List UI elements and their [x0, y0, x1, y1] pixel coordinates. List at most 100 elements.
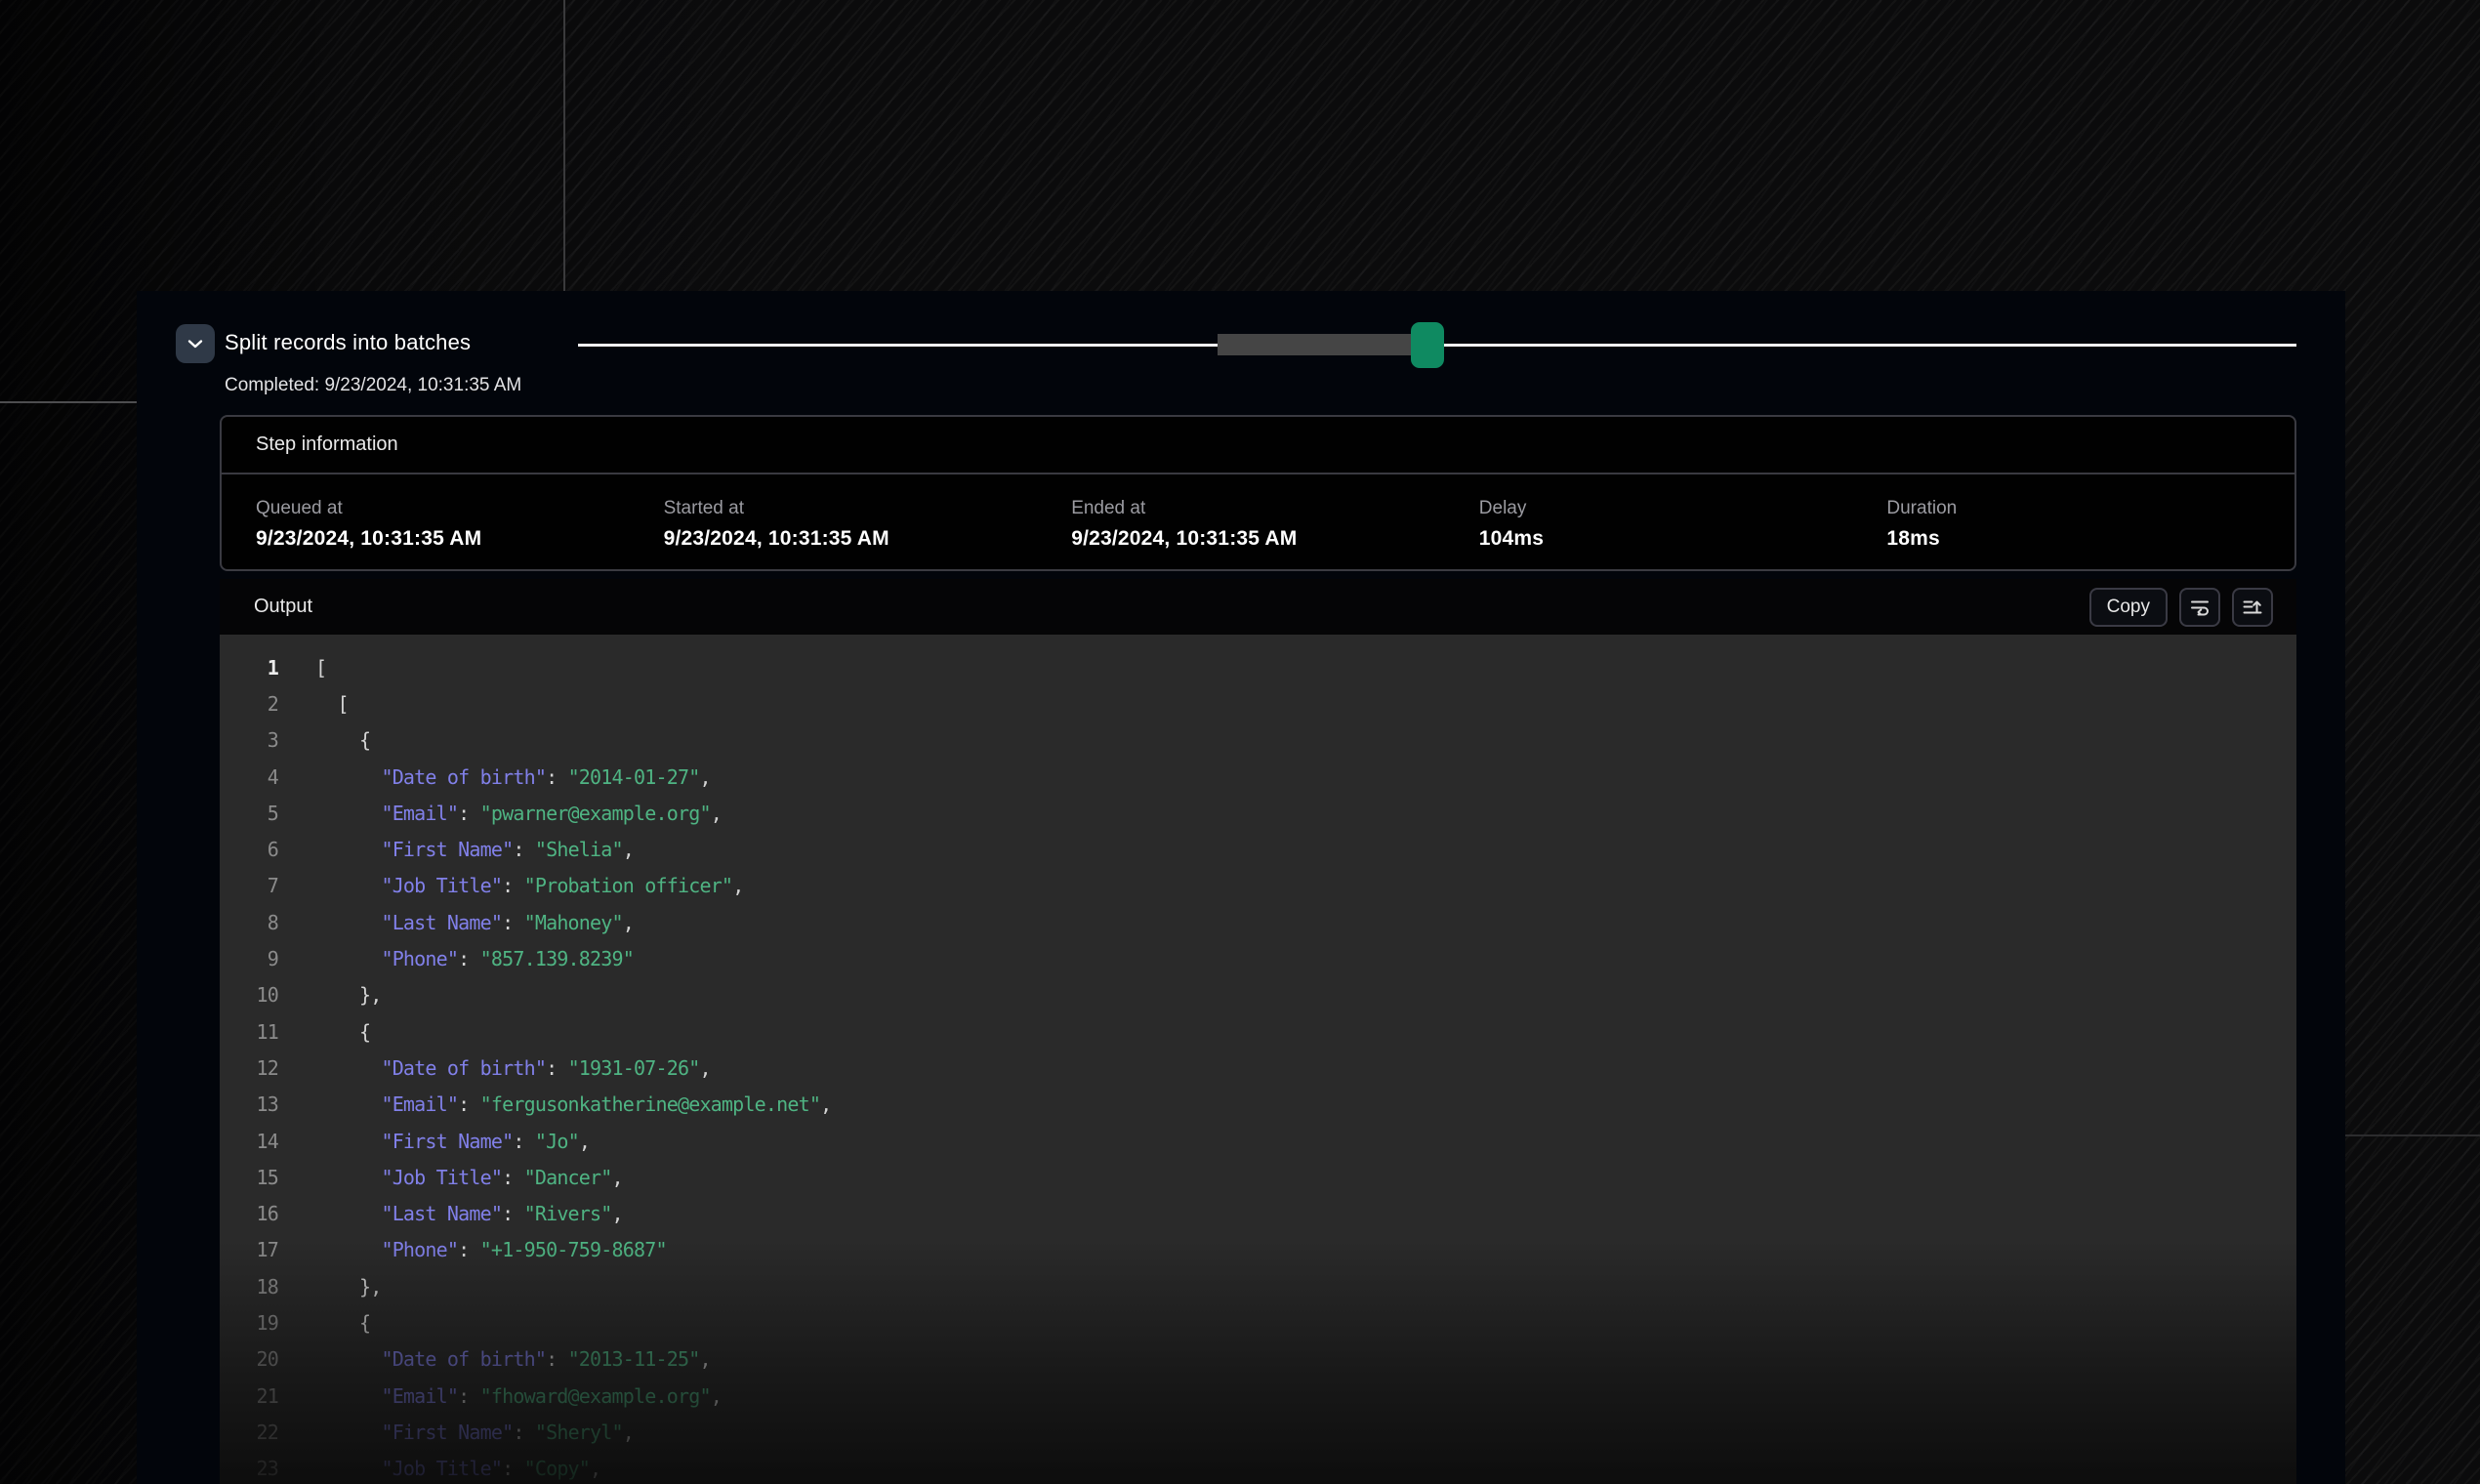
- code-line: 10 },: [220, 977, 2296, 1013]
- line-content: "Date of birth": "2013-11-25",: [315, 1347, 711, 1371]
- line-number: 12: [220, 1056, 278, 1080]
- line-number: 19: [220, 1311, 278, 1335]
- wrap-text-button[interactable]: [2179, 588, 2220, 627]
- code-line: 17 "Phone": "+1-950-759-8687": [220, 1232, 2296, 1268]
- line-content: "Email": "pwarner@example.org",: [315, 802, 722, 825]
- code-line: 6 "First Name": "Shelia",: [220, 831, 2296, 867]
- field-queued-at: Queued at 9/23/2024, 10:31:35 AM: [256, 498, 664, 551]
- line-number: 17: [220, 1238, 278, 1261]
- line-number: 1: [220, 656, 278, 680]
- background-vertical-line: [563, 0, 565, 291]
- line-content: {: [315, 728, 370, 752]
- collapse-output-button[interactable]: [2232, 588, 2273, 627]
- step-information-card: Step information Queued at 9/23/2024, 10…: [220, 415, 2296, 571]
- line-content: "Email": "fhoward@example.org",: [315, 1384, 722, 1408]
- line-number: 7: [220, 874, 278, 897]
- line-number: 6: [220, 838, 278, 861]
- line-content: "Phone": "857.139.8239": [315, 947, 634, 970]
- line-content: },: [315, 983, 381, 1007]
- code-line: 14 "First Name": "Jo",: [220, 1123, 2296, 1159]
- step-information-header: Step information: [222, 417, 2294, 474]
- app-window: Split records into batches Completed: 9/…: [0, 0, 2480, 1484]
- line-number: 22: [220, 1421, 278, 1444]
- field-value: 18ms: [1886, 527, 2294, 551]
- code-lines: 1[2 [3 {4 "Date of birth": "2014-01-27",…: [220, 635, 2296, 1484]
- line-number: 23: [220, 1457, 278, 1480]
- line-content: "Phone": "+1-950-759-8687": [315, 1238, 667, 1261]
- line-content: {: [315, 1311, 370, 1335]
- line-content: "Last Name": "Rivers",: [315, 1202, 623, 1225]
- line-content: "Job Title": "Copy",: [315, 1457, 600, 1480]
- code-line: 4 "Date of birth": "2014-01-27",: [220, 759, 2296, 795]
- field-label: Ended at: [1071, 498, 1479, 519]
- line-number: 18: [220, 1275, 278, 1298]
- line-number: 8: [220, 911, 278, 934]
- code-line: 12 "Date of birth": "1931-07-26",: [220, 1050, 2296, 1086]
- step-information-fields: Queued at 9/23/2024, 10:31:35 AM Started…: [222, 474, 2294, 551]
- field-label: Delay: [1479, 498, 1887, 519]
- line-number: 13: [220, 1092, 278, 1116]
- collapse-step-button[interactable]: [176, 324, 215, 363]
- field-duration: Duration 18ms: [1886, 498, 2294, 551]
- line-number: 4: [220, 765, 278, 789]
- line-content: "Email": "fergusonkatherine@example.net"…: [315, 1092, 831, 1116]
- background-horizontal-line-right: [2345, 1134, 2480, 1136]
- copy-button[interactable]: Copy: [2089, 588, 2168, 627]
- line-number: 21: [220, 1384, 278, 1408]
- chevron-down-icon: [186, 338, 204, 350]
- field-started-at: Started at 9/23/2024, 10:31:35 AM: [664, 498, 1072, 551]
- line-number: 16: [220, 1202, 278, 1225]
- line-number: 14: [220, 1130, 278, 1153]
- timeline-execution-span[interactable]: [1411, 322, 1444, 368]
- field-value: 9/23/2024, 10:31:35 AM: [256, 527, 664, 551]
- line-number: 11: [220, 1020, 278, 1044]
- code-line: 19 {: [220, 1304, 2296, 1340]
- code-line: 22 "First Name": "Sheryl",: [220, 1414, 2296, 1450]
- code-line: 5 "Email": "pwarner@example.org",: [220, 795, 2296, 831]
- step-title: Split records into batches: [225, 330, 471, 355]
- timeline-queue-span: [1218, 334, 1413, 355]
- field-value: 9/23/2024, 10:31:35 AM: [664, 527, 1072, 551]
- code-line: 20 "Date of birth": "2013-11-25",: [220, 1341, 2296, 1378]
- output-code-viewer[interactable]: 1[2 [3 {4 "Date of birth": "2014-01-27",…: [220, 635, 2296, 1484]
- line-content: "Job Title": "Dancer",: [315, 1166, 623, 1189]
- code-line: 11 {: [220, 1013, 2296, 1050]
- code-line: 9 "Phone": "857.139.8239": [220, 940, 2296, 976]
- code-line: 16 "Last Name": "Rivers",: [220, 1195, 2296, 1231]
- line-content: "Last Name": "Mahoney",: [315, 911, 634, 934]
- code-line: 1[: [220, 649, 2296, 685]
- line-number: 2: [220, 692, 278, 716]
- output-header: Output Copy: [220, 579, 2296, 635]
- code-line: 23 "Job Title": "Copy",: [220, 1451, 2296, 1484]
- field-ended-at: Ended at 9/23/2024, 10:31:35 AM: [1071, 498, 1479, 551]
- field-delay: Delay 104ms: [1479, 498, 1887, 551]
- line-number: 20: [220, 1347, 278, 1371]
- field-value: 9/23/2024, 10:31:35 AM: [1071, 527, 1479, 551]
- step-information-title: Step information: [256, 433, 398, 456]
- line-content: },: [315, 1275, 381, 1298]
- output-title: Output: [254, 596, 312, 618]
- collapse-output-icon: [2241, 596, 2264, 619]
- wrap-text-icon: [2188, 596, 2211, 619]
- code-line: 18 },: [220, 1268, 2296, 1304]
- field-label: Queued at: [256, 498, 664, 519]
- trace-timeline[interactable]: [578, 320, 2296, 371]
- line-number: 3: [220, 728, 278, 752]
- field-value: 104ms: [1479, 527, 1887, 551]
- line-content: "Date of birth": "1931-07-26",: [315, 1056, 711, 1080]
- code-line: 7 "Job Title": "Probation officer",: [220, 868, 2296, 904]
- line-content: "First Name": "Shelia",: [315, 838, 634, 861]
- code-line: 8 "Last Name": "Mahoney",: [220, 904, 2296, 940]
- line-content: [: [315, 692, 349, 716]
- line-number: 15: [220, 1166, 278, 1189]
- code-line: 3 {: [220, 722, 2296, 759]
- line-content: {: [315, 1020, 370, 1044]
- step-detail-panel: Split records into batches Completed: 9/…: [137, 291, 2345, 1484]
- code-line: 13 "Email": "fergusonkatherine@example.n…: [220, 1087, 2296, 1123]
- line-content: "First Name": "Sheryl",: [315, 1421, 634, 1444]
- line-number: 5: [220, 802, 278, 825]
- step-status-line: Completed: 9/23/2024, 10:31:35 AM: [225, 375, 521, 396]
- background-horizontal-line-left: [0, 401, 137, 403]
- line-content: [: [315, 656, 326, 680]
- line-content: "Job Title": "Probation officer",: [315, 874, 743, 897]
